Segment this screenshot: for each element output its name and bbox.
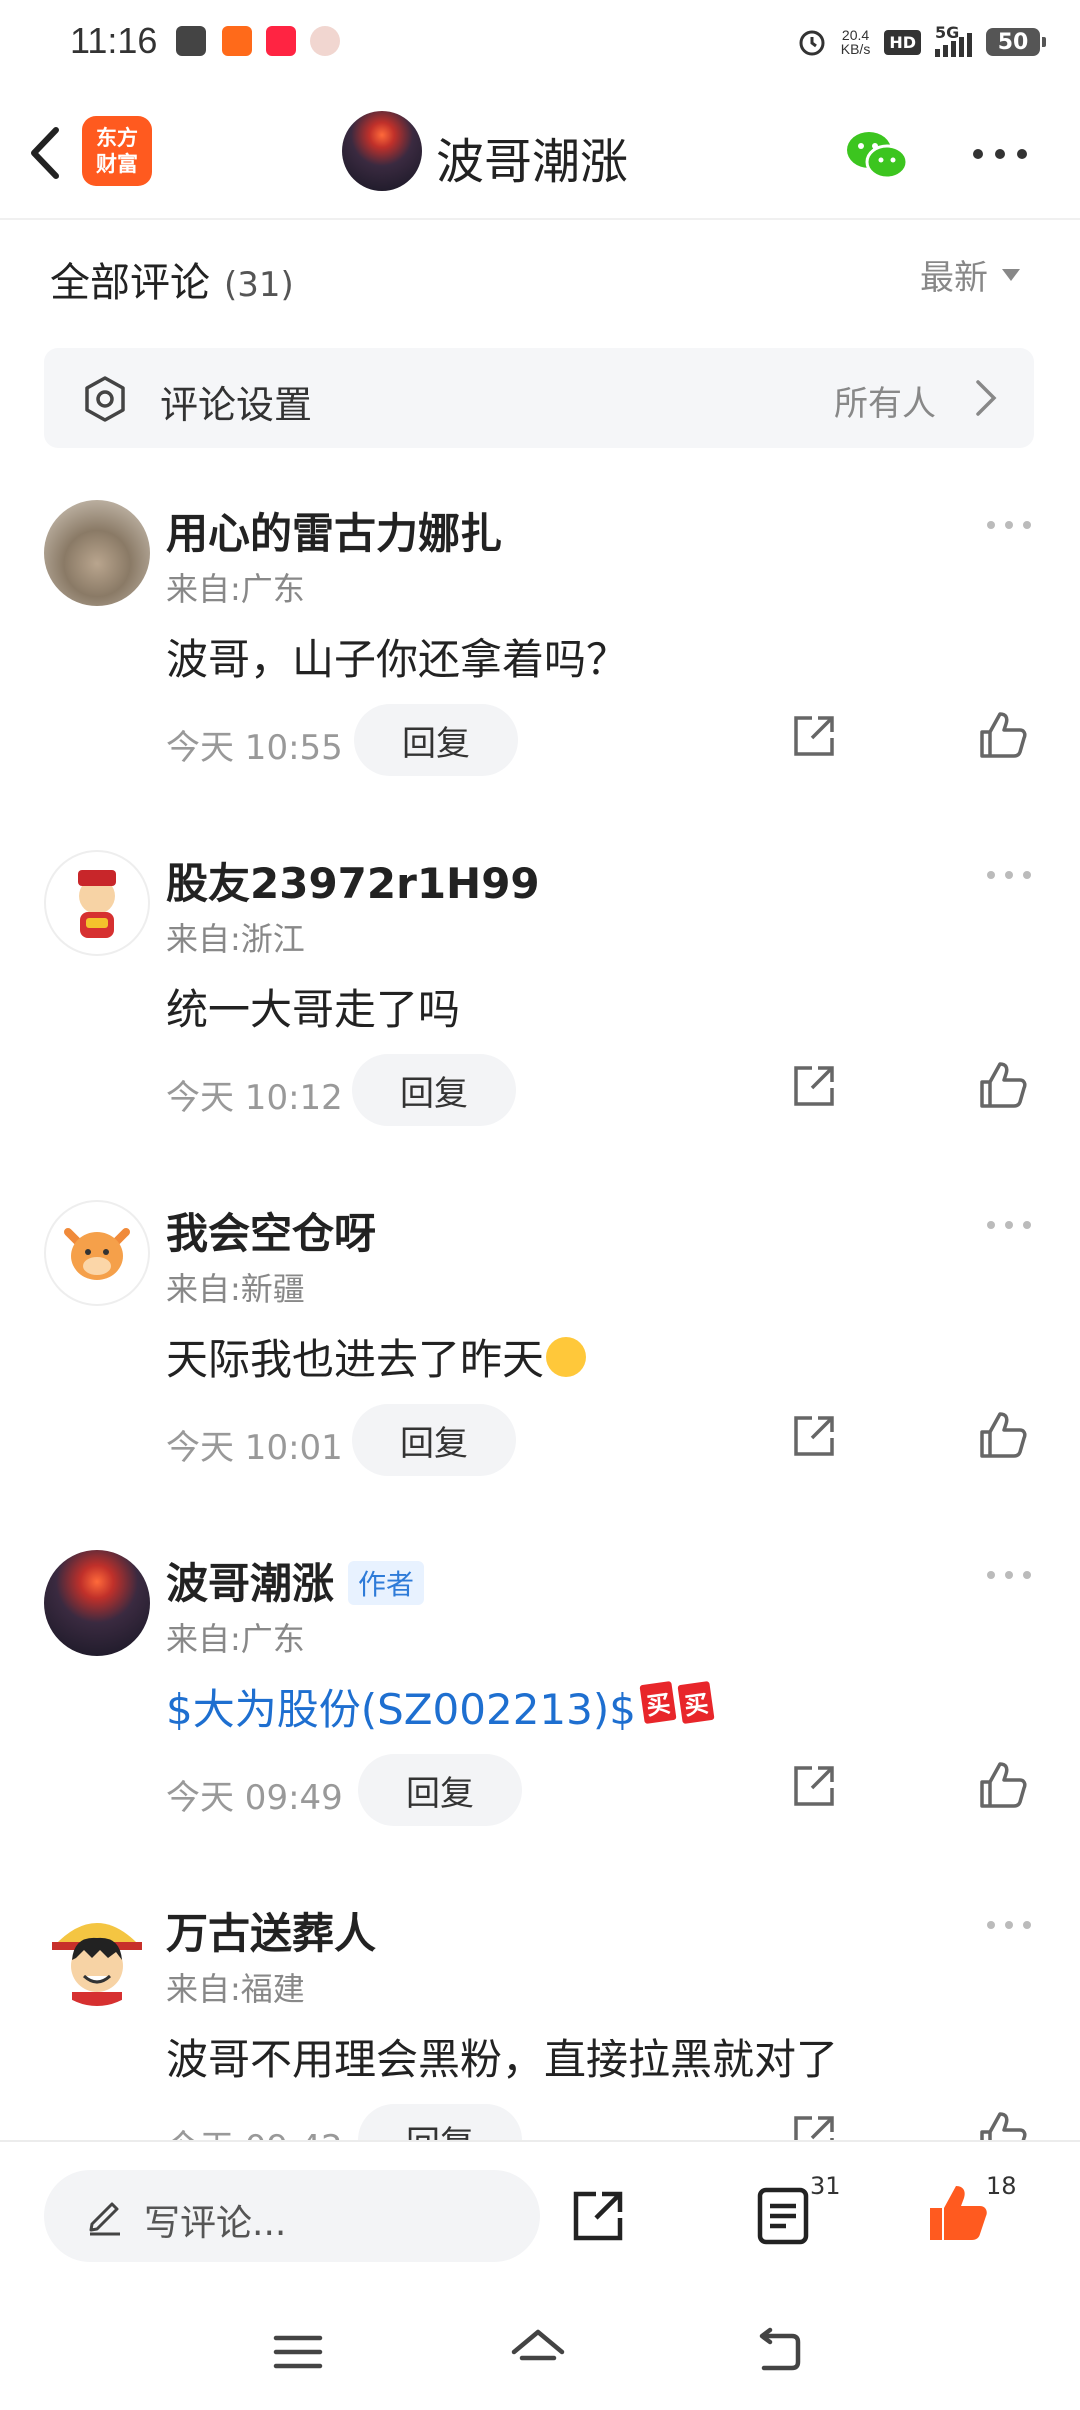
comment-item: 用心的雷古力娜扎 来自:广东 波哥，山子你还拿着吗？ 今天 10:55 回复 — [0, 500, 1080, 850]
username[interactable]: 万古送葬人 — [166, 1900, 376, 1961]
page-title[interactable]: 波哥潮涨 — [436, 122, 628, 192]
comment-count: (31) — [224, 265, 294, 305]
user-avatar[interactable] — [44, 500, 150, 606]
username[interactable]: 我会空仓呀 — [166, 1200, 376, 1261]
vivo-notification-icon — [176, 26, 206, 56]
app-notification-icon — [222, 26, 252, 56]
all-comments-heading: 全部评论 (31) — [50, 260, 294, 306]
comments-list-icon[interactable] — [756, 2186, 810, 2246]
pen-icon — [89, 2202, 120, 2236]
chevron-right-icon — [976, 380, 997, 416]
more-dots-icon[interactable] — [984, 1218, 1034, 1232]
network-speed: 20.4 KB/s — [840, 27, 871, 57]
comment-item: 股友23972r1H99 来自:浙江 统一大哥走了吗 今天 10:12 回复 — [0, 850, 1080, 1200]
write-comment-placeholder: 写评论... — [144, 2203, 287, 2244]
more-dots-icon[interactable] — [984, 868, 1034, 882]
comment-text: $大为股份(SZ002213)$ 买买 — [166, 1676, 715, 1737]
sort-dropdown[interactable]: 最新 — [920, 250, 1020, 299]
author-badge: 作者 — [348, 1560, 425, 1605]
share-icon[interactable] — [570, 2188, 626, 2244]
location: 来自:福建 — [166, 1970, 305, 2008]
author-avatar[interactable] — [342, 111, 422, 191]
top-nav-bar: 东方 财富 波哥潮涨 — [0, 84, 1080, 220]
gear-icon — [85, 376, 125, 422]
comment-text: 统一大哥走了吗 — [166, 985, 461, 1034]
thumbs-up-icon[interactable] — [978, 710, 1028, 760]
laughing-emoji-icon — [546, 1336, 587, 1377]
home-icon[interactable] — [508, 2322, 568, 2382]
avatar-notification-icon — [310, 26, 340, 56]
user-avatar[interactable] — [44, 850, 150, 956]
reply-button[interactable]: 回复 — [352, 1404, 516, 1476]
wechat-icon[interactable] — [845, 128, 909, 184]
comments-count-badge: 31 — [810, 2172, 841, 2200]
comment-text: 波哥，山子你还拿着吗？ — [166, 635, 629, 684]
signal-icon: 5G — [935, 23, 972, 57]
location: 来自:浙江 — [166, 920, 305, 958]
alarm-icon — [799, 30, 825, 56]
share-icon[interactable] — [790, 1762, 838, 1810]
thumbs-up-icon[interactable] — [978, 1060, 1028, 1110]
location: 来自:广东 — [166, 1620, 305, 1658]
comment-settings-label: 评论设置 — [160, 383, 313, 427]
more-options-icon[interactable] — [970, 144, 1030, 164]
like-count-badge: 18 — [986, 2172, 1017, 2200]
thumbs-up-filled-icon[interactable] — [926, 2180, 990, 2244]
buy-sticker: 买 — [677, 1680, 715, 1725]
comment-time: 今天 09:49 — [166, 1778, 343, 1818]
share-icon[interactable] — [790, 712, 838, 760]
write-comment-input[interactable]: 写评论... — [44, 2170, 540, 2262]
back-icon[interactable] — [748, 2322, 808, 2382]
comment-time: 今天 10:12 — [166, 1078, 343, 1118]
dropdown-triangle-icon — [1002, 268, 1020, 281]
comment-settings-row[interactable]: 评论设置 所有人 — [44, 348, 1034, 448]
comment-settings-value: 所有人 — [834, 384, 936, 424]
comment-item: 我会空仓呀 来自:新疆 天际我也进去了昨天 今天 10:01 回复 — [0, 1200, 1080, 1550]
thumbs-up-icon[interactable] — [978, 1760, 1028, 1810]
location: 来自:广东 — [166, 570, 305, 608]
username[interactable]: 用心的雷古力娜扎 — [166, 500, 502, 561]
more-dots-icon[interactable] — [984, 518, 1034, 532]
xiaohongshu-notification-icon — [266, 26, 296, 56]
user-avatar[interactable] — [44, 1200, 150, 1306]
comment-time: 今天 10:55 — [166, 728, 343, 768]
username[interactable]: 股友23972r1H99 — [166, 850, 540, 911]
more-dots-icon[interactable] — [984, 1568, 1034, 1582]
location: 来自:新疆 — [166, 1270, 305, 1308]
comment-text: 天际我也进去了昨天 — [166, 1326, 587, 1387]
comment-item: 波哥潮涨 作者 来自:广东 $大为股份(SZ002213)$ 买买 今天 09:49… — [0, 1550, 1080, 1900]
bottom-action-bar: 写评论... 31 18 — [0, 2140, 1080, 2410]
app-logo[interactable]: 东方 财富 — [82, 116, 152, 186]
status-time: 11:16 — [70, 20, 158, 61]
menu-icon[interactable] — [268, 2322, 328, 2382]
hd-badge: HD — [884, 29, 921, 55]
reply-button[interactable]: 回复 — [354, 704, 518, 776]
username[interactable]: 波哥潮涨 作者 — [166, 1550, 425, 1611]
comment-text: 波哥不用理会黑粉，直接拉黑就对了 — [166, 2035, 839, 2084]
share-icon[interactable] — [790, 1062, 838, 1110]
battery-icon: 50 — [986, 28, 1046, 56]
share-icon[interactable] — [790, 1412, 838, 1460]
user-avatar[interactable] — [44, 1550, 150, 1656]
more-dots-icon[interactable] — [984, 1918, 1034, 1932]
user-avatar[interactable] — [44, 1900, 150, 2006]
status-bar: 11:16 20.4 KB/s HD 5G 50 — [0, 0, 1080, 84]
reply-button[interactable]: 回复 — [358, 1754, 522, 1826]
buy-sticker: 买 — [639, 1680, 677, 1725]
comment-time: 今天 10:01 — [166, 1428, 343, 1468]
stock-link[interactable]: $大为股份(SZ002213)$ — [166, 1685, 636, 1734]
reply-button[interactable]: 回复 — [352, 1054, 516, 1126]
thumbs-up-icon[interactable] — [978, 1410, 1028, 1460]
system-navigation-bar — [0, 2302, 1080, 2402]
back-arrow-icon[interactable] — [20, 118, 70, 188]
